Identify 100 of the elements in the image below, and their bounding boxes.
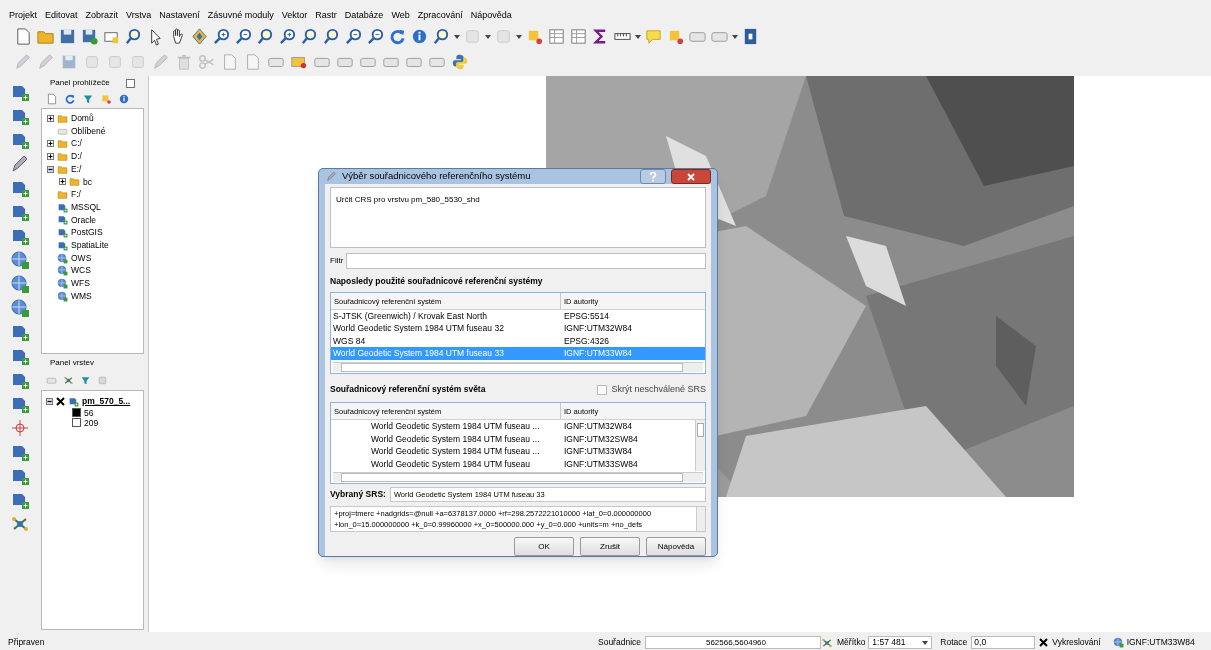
table-row[interactable]: World Geodetic System 1984 UTM fuseau ... IGNF:UTM33W84 [331,445,695,458]
expand-icon[interactable] [47,152,54,160]
info-icon[interactable] [118,93,130,105]
magnifier-icon[interactable] [300,27,319,46]
caret-icon[interactable] [485,34,491,39]
menu-item[interactable]: Web [390,9,411,23]
layer-plus-icon[interactable] [57,214,68,226]
table-row[interactable]: World Geodetic System 1984 UTM fuseau 32 IGNF:UTM32W84 [331,322,705,335]
menu-item[interactable]: Editovat [44,9,79,23]
zoom-out-icon[interactable] [344,27,363,46]
checkbox[interactable] [597,384,608,395]
scroll-thumb[interactable] [341,362,683,372]
magnifier-icon[interactable] [256,27,275,46]
layer-plus-icon[interactable] [57,239,68,251]
zoom-out-icon[interactable] [234,27,253,46]
diamond-icon[interactable] [190,27,209,46]
caret-icon[interactable] [635,34,641,39]
menu-item[interactable]: Projekt [8,9,38,23]
network-icon[interactable] [63,374,74,386]
caret-icon[interactable] [732,34,738,39]
tree-item[interactable]: D:/ [71,150,82,163]
tree-item[interactable]: Domů [71,112,94,125]
close-button[interactable] [671,169,711,184]
help-button[interactable] [640,169,666,184]
layer-plus-icon[interactable] [68,395,79,407]
magnifier-icon[interactable] [322,27,341,46]
globe-plus-icon[interactable] [57,265,68,277]
magnifier-icon[interactable] [432,27,451,46]
zoom-in-icon[interactable] [212,27,231,46]
float-button[interactable] [126,78,135,88]
layer-plus-icon[interactable] [57,227,68,239]
tree-item[interactable]: WFS [71,277,90,290]
scale-dropdown[interactable]: 1:57 481 [868,636,933,649]
magnifier-icon[interactable] [124,27,143,46]
caret-icon[interactable] [922,640,929,645]
menu-item[interactable]: Databáze [343,9,385,23]
dialog-button[interactable]: OK [514,537,574,557]
globe-plus-icon[interactable] [57,278,68,289]
network-icon[interactable] [10,514,30,534]
crs-button[interactable]: IGNF:UTM33W84 [1112,636,1195,649]
tree-item[interactable]: E:/ [71,162,82,176]
zoom-in-icon[interactable] [278,27,297,46]
expand-icon[interactable] [59,178,66,186]
caret-icon[interactable] [516,34,522,39]
filter-icon[interactable] [82,93,94,105]
menu-item[interactable]: Zásuvné moduly [206,9,275,23]
globe-plus-icon[interactable] [10,250,30,270]
menu-item[interactable]: Zobrazit [84,9,120,23]
crosshair-icon[interactable] [10,418,30,438]
tree-item[interactable]: bc [83,175,92,189]
globe-plus-icon[interactable] [1112,637,1124,648]
dialog-button[interactable]: Nápověda [646,537,706,557]
collapse-icon[interactable] [46,397,53,405]
globe-plus-icon[interactable] [57,252,68,264]
menu-item[interactable]: Vektor [280,9,309,23]
tree-item[interactable]: MSSQL [71,200,101,214]
filter-field[interactable] [346,253,706,269]
visibility-checkbox[interactable] [56,396,65,406]
scroll-thumb[interactable] [697,423,704,438]
tree-item[interactable]: Oblíbené [71,124,106,138]
refresh-icon[interactable] [388,27,407,46]
table-row[interactable]: WGS 84 EPSG:4326 [331,334,705,348]
layer-name[interactable]: pm_570_5... [82,395,131,408]
filter-icon[interactable] [80,374,91,386]
tree-item[interactable]: F:/ [71,188,81,201]
refresh-icon[interactable] [64,93,76,105]
zoom-out-icon[interactable] [366,27,385,46]
tree-item[interactable]: C:/ [71,137,82,151]
python-icon[interactable] [451,53,469,71]
expand-icon[interactable] [47,140,54,148]
table-row[interactable]: World Geodetic System 1984 UTM fuseau ... IGNF:UTM32W84 [331,420,695,433]
table-row[interactable]: S-JTSK (Greenwich) / Krovak East North EPSG:5514 [331,309,705,323]
scroll-thumb[interactable] [341,473,683,483]
scrollbar[interactable] [696,507,705,532]
tree-item[interactable]: SpatiaLite [71,239,109,252]
table-row[interactable]: World Geodetic System 1984 UTM fuseau IGNF:UTM33SW84 [331,457,695,471]
table-row[interactable]: World Geodetic System 1984 UTM fuseau ... IGNF:UTM32SW84 [331,432,695,446]
tree-item[interactable]: PostGIS [71,226,103,240]
tree-item[interactable]: WMS [71,289,92,303]
square-icon[interactable] [100,93,112,105]
menu-item[interactable]: Rastr [314,9,338,23]
checkbox[interactable] [1039,638,1049,647]
menu-item[interactable]: Nastavení [158,9,201,23]
collapse-icon[interactable] [47,165,54,173]
table-icon[interactable] [547,27,566,46]
globe-plus-icon[interactable] [10,298,30,318]
coordinates-field[interactable]: 562566,5604960 [645,636,821,649]
info-icon[interactable] [410,27,429,46]
pen-icon[interactable] [10,154,30,174]
tree-item[interactable]: WCS [71,264,91,278]
layer-plus-icon[interactable] [57,201,68,213]
tree-item[interactable]: Oracle [71,213,97,227]
menu-item[interactable]: Vrstva [125,9,153,23]
network-icon[interactable] [821,636,833,649]
globe-plus-icon[interactable] [10,274,30,294]
globe-plus-icon[interactable] [57,290,68,302]
caret-icon[interactable] [454,34,460,39]
tree-item[interactable]: OWS [71,251,92,265]
scrollbar[interactable] [333,472,703,483]
rotation-field[interactable]: 0,0 [971,636,1036,649]
